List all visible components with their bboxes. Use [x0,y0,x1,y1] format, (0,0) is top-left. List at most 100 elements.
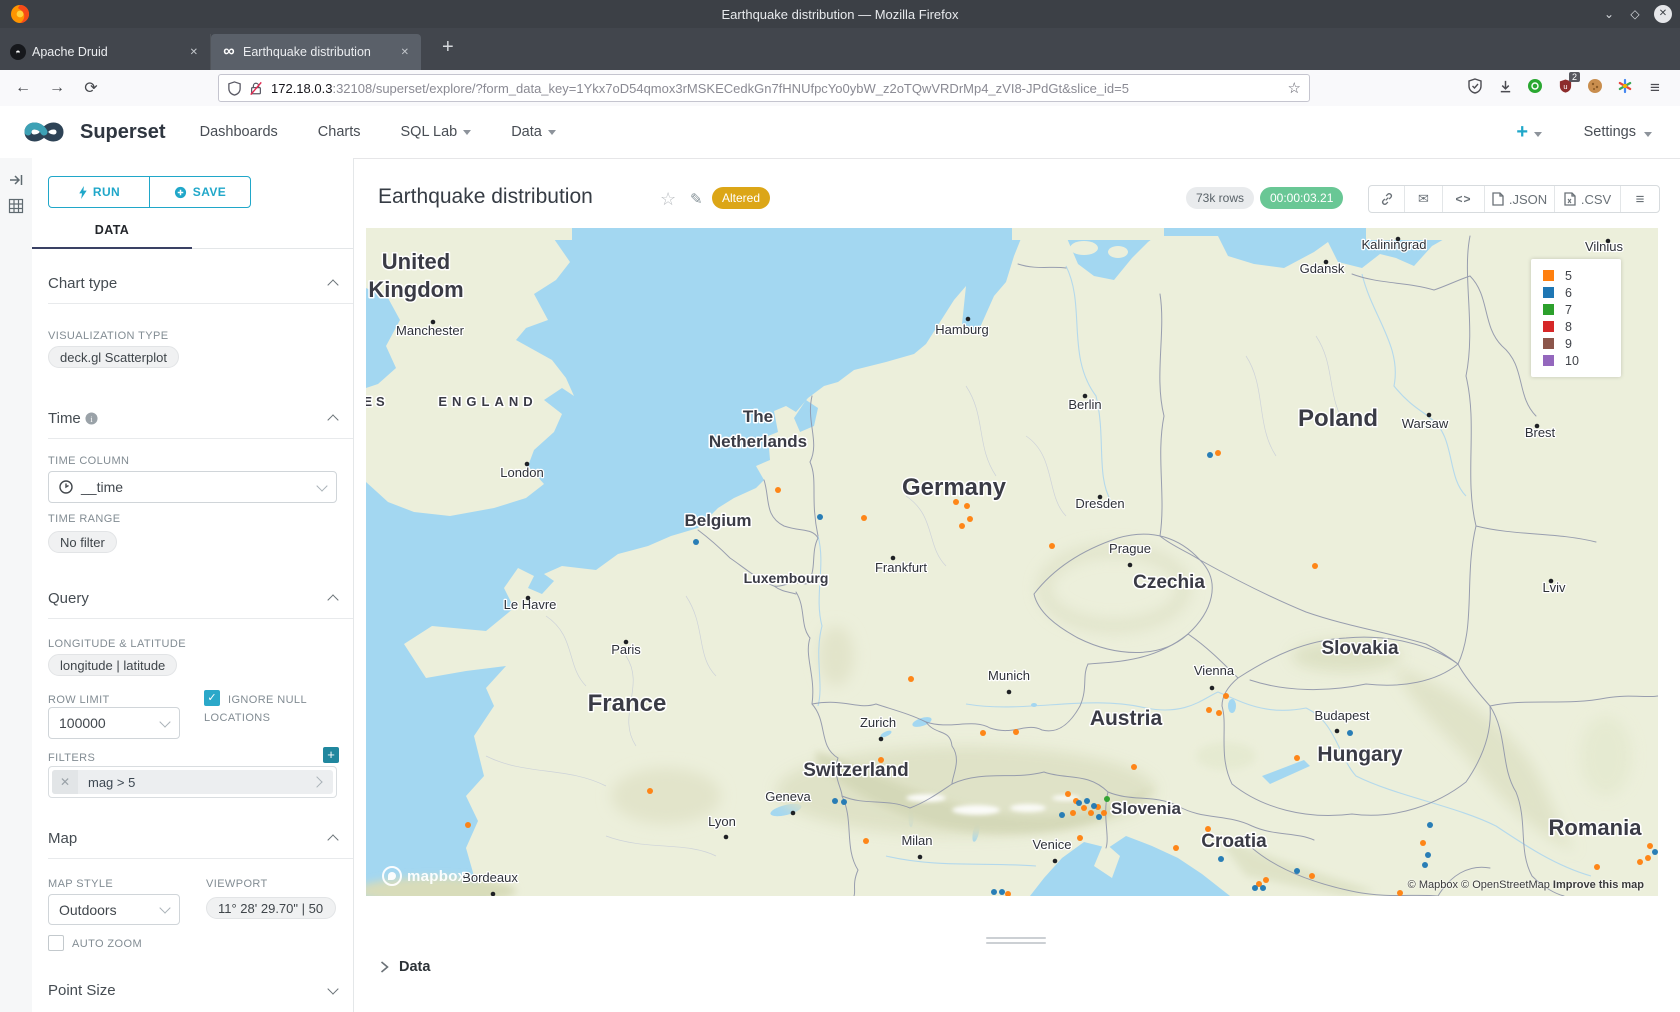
panel-resize-handle[interactable] [986,937,1046,947]
legend-item[interactable]: 10 [1543,352,1621,369]
viewport-value[interactable]: 11° 28' 29.70" | 50... [206,897,336,919]
attribution-improve-link[interactable]: Improve this map [1553,879,1644,891]
chart-title[interactable]: Earthquake distribution [378,185,593,209]
viz-type-value[interactable]: deck.gl Scatterplot [48,346,179,368]
earthquake-point[interactable] [1294,868,1300,874]
earthquake-point[interactable] [1647,843,1653,849]
earthquake-point[interactable] [1131,764,1137,770]
earthquake-point[interactable] [841,799,847,805]
lonlat-value[interactable]: longitude | latitude [48,654,177,676]
export-json-button[interactable]: .JSON [1485,186,1555,212]
run-button[interactable]: RUN [49,177,150,207]
cookie-icon[interactable] [1580,78,1610,98]
earthquake-point[interactable] [967,516,973,522]
earthquake-point[interactable] [1218,856,1224,862]
earthquake-point[interactable] [1096,814,1102,820]
earthquake-point[interactable] [1309,873,1315,879]
dataset-grid-icon[interactable] [8,198,24,214]
bookmark-star-icon[interactable]: ☆ [1288,79,1301,97]
window-maximize-icon[interactable]: ◇ [1624,7,1646,21]
earthquake-point[interactable] [1425,852,1431,858]
edit-title-icon[interactable]: ✎ [690,190,703,208]
earthquake-point[interactable] [1077,835,1083,841]
tab-data[interactable]: DATA [32,212,192,249]
earthquake-point[interactable] [817,514,823,520]
attribution-osm[interactable]: © OpenStreetMap [1461,879,1550,891]
earthquake-point[interactable] [1215,450,1221,456]
earthquake-point[interactable] [1260,885,1266,891]
earthquake-point[interactable] [1013,729,1019,735]
protections-icon[interactable] [1460,78,1490,98]
earthquake-point[interactable] [1594,864,1600,870]
earthquake-point[interactable] [1081,805,1087,811]
earthquake-point[interactable] [1049,543,1055,549]
earthquake-point[interactable] [1101,810,1107,816]
time-column-select[interactable]: __time [48,471,337,503]
earthquake-point[interactable] [1420,840,1426,846]
window-close-icon[interactable]: ✕ [1654,5,1672,23]
earthquake-point[interactable] [861,515,867,521]
earthquake-point[interactable] [1263,877,1269,883]
earthquake-point[interactable] [1084,798,1090,804]
earthquake-point[interactable] [775,487,781,493]
earthquake-point[interactable] [1076,800,1082,806]
settings-menu[interactable]: Settings [1584,124,1636,140]
filter-pill[interactable]: ✕ mag > 5 [52,770,333,794]
legend-item[interactable]: 7 [1543,301,1621,318]
earthquake-point[interactable] [1065,791,1071,797]
email-icon[interactable]: ✉ [1405,186,1443,212]
export-csv-button[interactable]: .CSV [1555,186,1621,212]
legend-item[interactable]: 8 [1543,318,1621,335]
earthquake-point[interactable] [1422,862,1428,868]
legend-item[interactable]: 5 [1543,267,1621,284]
section-chart-type[interactable]: Chart type [48,263,337,303]
data-section-header[interactable]: Data [380,959,430,975]
section-query[interactable]: Query [48,578,337,618]
nav-item-dashboards[interactable]: Dashboards [200,124,278,140]
earthquake-point[interactable] [1206,707,1212,713]
extension-asterisk-icon[interactable] [1610,78,1640,98]
earthquake-point[interactable] [1397,890,1403,896]
browser-tab[interactable]: ∞Earthquake distribution✕ [211,34,421,70]
earthquake-point[interactable] [1652,849,1658,855]
insecure-lock-icon[interactable] [249,81,263,96]
earthquake-point[interactable] [465,822,471,828]
earthquake-point[interactable] [1173,845,1179,851]
earthquake-point[interactable] [964,503,970,509]
earthquake-point[interactable] [1637,859,1643,865]
legend-item[interactable]: 6 [1543,284,1621,301]
nav-item-sql-lab[interactable]: SQL Lab [401,124,472,140]
auto-zoom-checkbox[interactable] [48,935,64,951]
altered-badge[interactable]: Altered [712,187,770,209]
earthquake-point[interactable] [693,539,699,545]
earthquake-point[interactable] [980,730,986,736]
back-icon[interactable]: ← [6,79,40,97]
copy-link-icon[interactable] [1369,186,1405,212]
earthquake-point[interactable] [959,523,965,529]
row-limit-select[interactable]: 100000 [48,707,180,739]
time-range-value[interactable]: No filter [48,531,117,553]
section-time[interactable]: Time i [48,398,337,438]
new-tab-button[interactable]: + [442,36,454,59]
earthquake-point[interactable] [1427,822,1433,828]
permissions-shield-icon[interactable] [227,81,242,96]
earthquake-point[interactable] [1347,730,1353,736]
more-menu-icon[interactable]: ≡ [1621,186,1659,212]
nav-item-data[interactable]: Data [511,124,556,140]
favorite-star-icon[interactable]: ☆ [660,189,676,210]
legend-item[interactable]: 9 [1543,335,1621,352]
deckgl-map[interactable]: UnitedKingdomENGLANDESTheNetherlandsBelg… [366,228,1658,896]
earthquake-point[interactable] [832,798,838,804]
ignore-null-checkbox[interactable]: ✓ [204,690,220,706]
url-bar[interactable]: 172.18.0.3 :32108/superset/explore/?form… [218,74,1310,102]
section-map[interactable]: Map [48,818,337,858]
earthquake-point[interactable] [1645,855,1651,861]
extension-icon-green[interactable] [1520,78,1550,98]
earthquake-point[interactable] [647,788,653,794]
earthquake-point[interactable] [1070,810,1076,816]
nav-item-charts[interactable]: Charts [318,124,361,140]
earthquake-point[interactable] [1216,710,1222,716]
earthquake-point[interactable] [1252,885,1258,891]
earthquake-point[interactable] [991,889,997,895]
earthquake-point[interactable] [1312,563,1318,569]
